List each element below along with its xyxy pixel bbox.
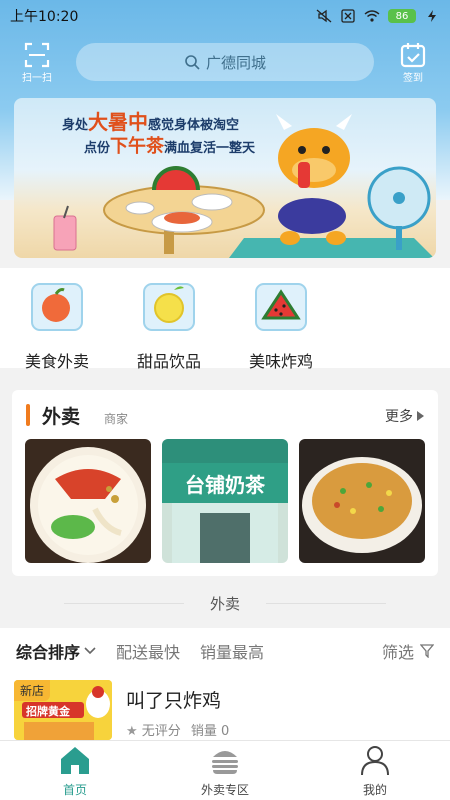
star-icon: ★ bbox=[126, 724, 138, 739]
search-bar[interactable]: 广德同城 bbox=[76, 43, 374, 81]
nav-takeout-zone[interactable]: 外卖专区 bbox=[150, 741, 300, 800]
apple-ice-cube-icon bbox=[31, 283, 83, 331]
signin-button[interactable]: 签到 bbox=[388, 41, 438, 84]
lemon-ice-cube-icon bbox=[143, 283, 195, 331]
filter-button[interactable]: 筛选 bbox=[382, 639, 434, 663]
shop-thumbnail: 新店 招牌黄金 bbox=[14, 680, 112, 740]
nav-label: 首页 bbox=[62, 783, 87, 797]
top-header: 扫一扫 广德同城 签到 bbox=[0, 36, 450, 88]
sort-fastest-delivery[interactable]: 配送最快 bbox=[116, 639, 180, 663]
battery-indicator: 86 bbox=[388, 9, 416, 23]
more-link[interactable]: 更多 bbox=[385, 406, 424, 426]
nav-label: 外卖专区 bbox=[200, 783, 249, 797]
rating-group: ★ 无评分 bbox=[126, 720, 181, 739]
sort-label: 综合排序 bbox=[16, 643, 81, 662]
more-label: 更多 bbox=[385, 409, 413, 425]
user-icon bbox=[361, 746, 389, 776]
shop-meta: ★ 无评分 销量 0 bbox=[126, 720, 229, 739]
mute-icon bbox=[316, 9, 332, 23]
shop-rating: 无评分 bbox=[141, 724, 181, 739]
category-food-delivery[interactable]: 美食外卖 bbox=[12, 276, 102, 372]
shop-promo-text: 招牌黄金 bbox=[26, 705, 70, 718]
arrow-right-icon bbox=[417, 411, 424, 421]
sim-off-icon bbox=[341, 9, 355, 23]
promo-banner[interactable]: 身处大暑中感觉身体被淘空 点份下午茶满血复活一整天 bbox=[14, 98, 436, 258]
home-icon bbox=[61, 747, 89, 774]
takeout-merchant-card: 外卖 商家 更多 台铺奶茶 bbox=[12, 390, 438, 576]
bottom-navigation: 首页 外卖专区 我的 bbox=[0, 740, 450, 800]
scan-icon bbox=[24, 42, 50, 67]
section-title: 外卖 bbox=[42, 406, 81, 428]
search-placeholder: 广德同城 bbox=[205, 53, 266, 72]
category-label: 甜品饮品 bbox=[136, 352, 201, 371]
funnel-icon bbox=[420, 644, 434, 658]
section-subtitle: 商家 bbox=[104, 412, 129, 426]
wifi-icon bbox=[364, 10, 380, 22]
banner-illustration bbox=[53, 114, 434, 258]
scan-label: 扫一扫 bbox=[22, 72, 52, 84]
merchant-thumb-noodles[interactable] bbox=[25, 439, 151, 563]
nav-label: 我的 bbox=[362, 783, 387, 797]
status-time: 上午10:20 bbox=[10, 9, 79, 25]
milk-tea-shop-image bbox=[162, 439, 288, 563]
noodle-bowl-image bbox=[25, 439, 151, 563]
shop-sales: 销量 0 bbox=[190, 724, 230, 739]
status-icons: 86 bbox=[316, 9, 440, 23]
section-accent-bar bbox=[26, 404, 30, 426]
search-icon bbox=[185, 55, 200, 70]
new-shop-badge: 新店 bbox=[14, 680, 51, 701]
charging-icon bbox=[428, 10, 436, 22]
category-fried-chicken[interactable]: 美味炸鸡 bbox=[236, 276, 326, 372]
signin-label: 签到 bbox=[403, 72, 423, 84]
category-grid: 美食外卖 甜品饮品 美味炸鸡 bbox=[0, 268, 450, 371]
nav-home[interactable]: 首页 bbox=[0, 741, 150, 800]
shop-sign-text: 台铺奶茶 bbox=[185, 473, 265, 497]
sort-bar: 综合排序 配送最快 销量最高 筛选 bbox=[0, 628, 450, 674]
watermelon-ice-cube-icon bbox=[255, 283, 307, 331]
category-desserts-drinks[interactable]: 甜品饮品 bbox=[124, 276, 214, 372]
chevron-down-icon bbox=[84, 647, 96, 655]
fried-rice-image bbox=[299, 439, 425, 563]
category-label: 美食外卖 bbox=[24, 352, 89, 371]
status-bar: 上午10:20 86 bbox=[0, 0, 450, 32]
shop-list-item[interactable]: 新店 招牌黄金 叫了只炸鸡 ★ 无评分 销量 0 bbox=[0, 674, 450, 740]
burger-icon bbox=[212, 751, 238, 774]
calendar-check-icon bbox=[400, 42, 426, 67]
sort-comprehensive[interactable]: 综合排序 bbox=[16, 639, 96, 663]
merchant-thumb-fried-rice[interactable] bbox=[299, 439, 425, 563]
scan-button[interactable]: 扫一扫 bbox=[12, 41, 62, 84]
divider-label: 外卖 bbox=[209, 594, 240, 613]
sort-top-sales[interactable]: 销量最高 bbox=[200, 639, 264, 663]
nav-profile[interactable]: 我的 bbox=[300, 741, 450, 800]
shop-name: 叫了只炸鸡 bbox=[126, 690, 222, 712]
section-divider: 外卖 bbox=[0, 586, 450, 620]
category-label: 美味炸鸡 bbox=[248, 352, 313, 371]
merchant-thumb-milk-tea-shop[interactable]: 台铺奶茶 bbox=[162, 439, 288, 563]
filter-label: 筛选 bbox=[381, 643, 414, 662]
